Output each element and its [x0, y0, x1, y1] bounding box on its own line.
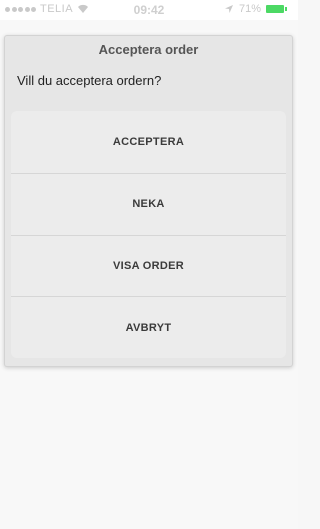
dialog-title: Acceptera order: [98, 42, 199, 57]
location-icon: [224, 5, 233, 13]
battery-icon: [266, 5, 287, 13]
view-order-button[interactable]: VISA ORDER: [11, 234, 286, 297]
cancel-button[interactable]: AVBRYT: [11, 296, 286, 358]
accept-button[interactable]: ACCEPTERA: [11, 111, 286, 173]
battery-percentage: 71%: [238, 3, 261, 15]
status-bar: TELIA 09:42 71%: [0, 0, 298, 20]
dialog-options: ACCEPTERA NEKA VISA ORDER AVBRYT: [11, 111, 286, 358]
dialog-message: Vill du acceptera ordern?: [17, 73, 162, 88]
accept-order-dialog: Acceptera order Vill du acceptera ordern…: [4, 35, 293, 367]
decline-button[interactable]: NEKA: [11, 172, 286, 235]
status-right: 71%: [224, 3, 287, 15]
